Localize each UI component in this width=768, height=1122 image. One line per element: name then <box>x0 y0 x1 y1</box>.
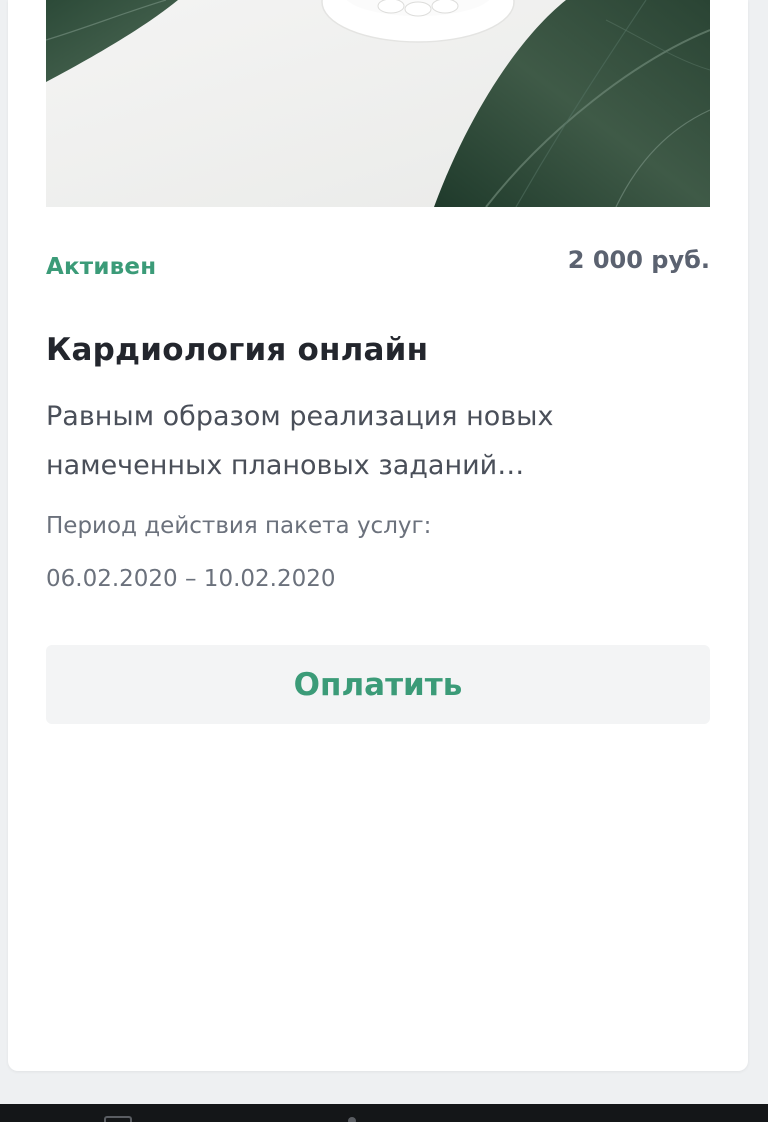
system-navigation-bar <box>0 1104 768 1122</box>
page: Активен 2 000 руб. Кардиология онлайн Ра… <box>0 0 768 1122</box>
status-badge: Активен <box>46 254 157 280</box>
pay-button[interactable]: Оплатить <box>46 645 710 724</box>
price-label: 2 000 руб. <box>567 246 710 274</box>
recent-apps-icon[interactable] <box>104 1116 132 1122</box>
hero-image <box>46 0 710 207</box>
home-icon[interactable] <box>348 1117 356 1122</box>
period-label: Период действия пакета услуг: <box>46 513 432 539</box>
package-description: Равным образом реализация новых намеченн… <box>46 401 554 481</box>
package-title: Кардиология онлайн <box>46 332 429 368</box>
service-package-card: Активен 2 000 руб. Кардиология онлайн Ра… <box>8 0 748 1071</box>
pills-leaves-illustration <box>46 0 710 207</box>
period-dates: 06.02.2020 – 10.02.2020 <box>46 566 336 592</box>
